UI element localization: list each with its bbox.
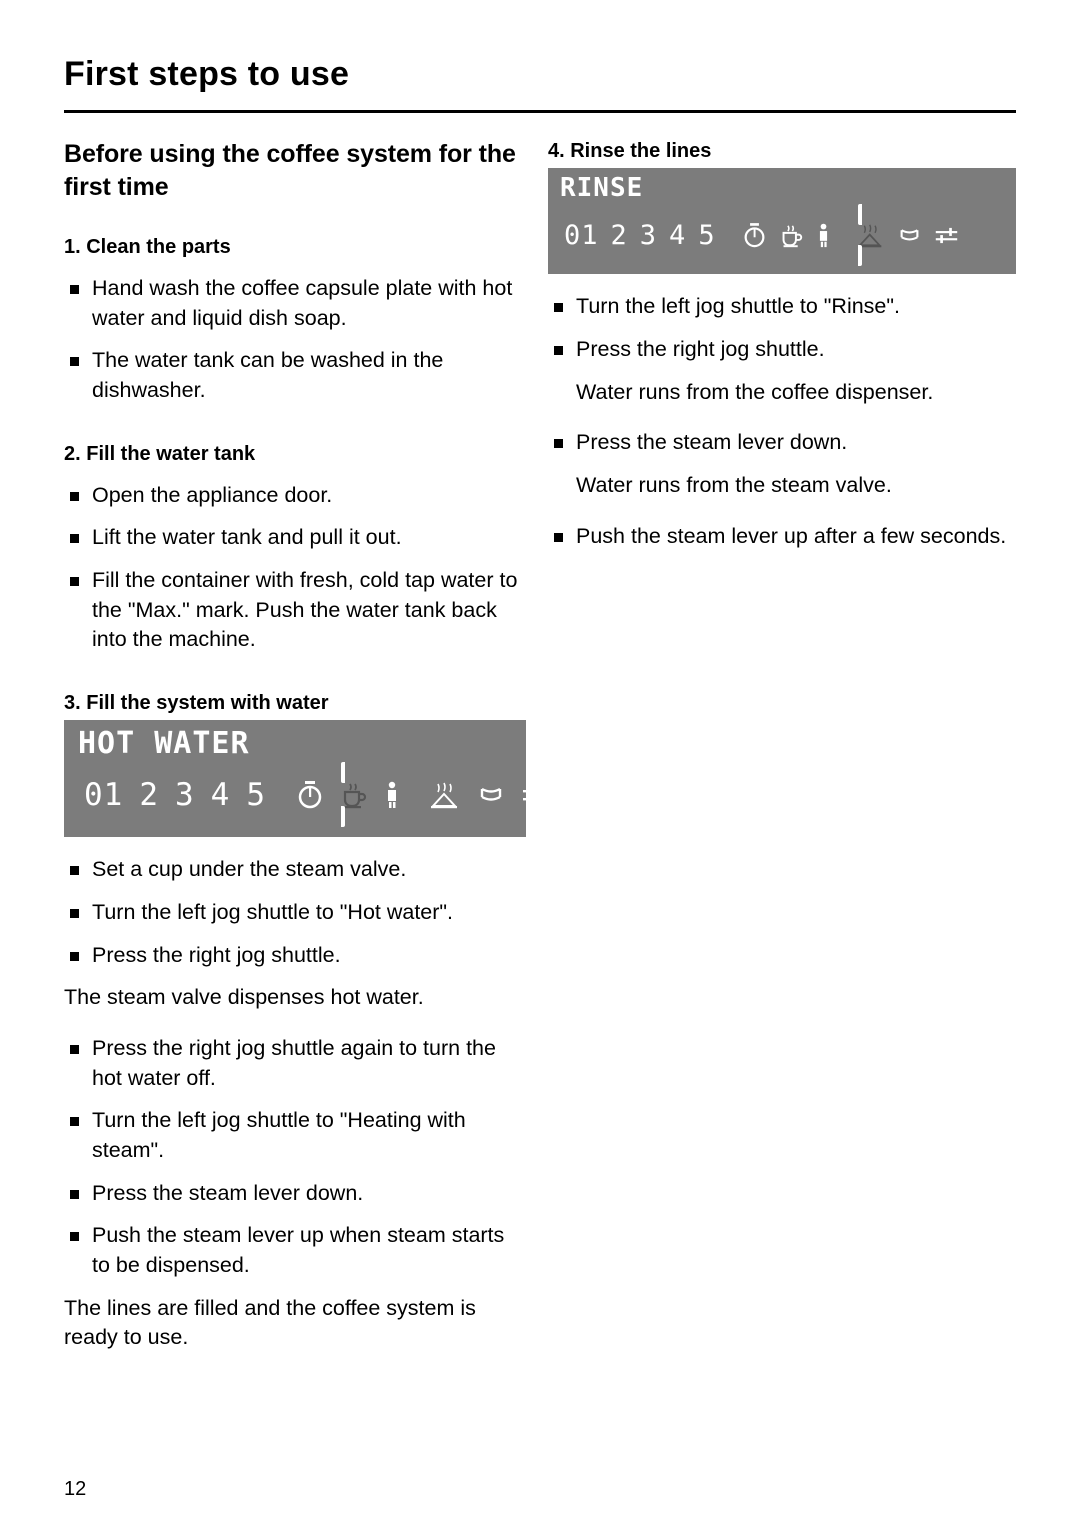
- sliders-icon: [512, 781, 558, 809]
- list-item: Open the appliance door.: [64, 481, 526, 511]
- list-item: Push the steam lever up when steam start…: [64, 1221, 526, 1280]
- display-title: HOT WATER: [78, 725, 250, 761]
- step-4-note-b: Water runs from the steam valve.: [576, 472, 892, 497]
- left-column: Before using the coffee system for the f…: [64, 138, 548, 1366]
- list-item: Press the steam lever down.: [548, 428, 1016, 458]
- display-number-5: 5: [698, 220, 716, 252]
- list-item: Hand wash the coffee capsule plate with …: [64, 274, 526, 333]
- display-icon-row: 01 2 3 4 5: [64, 762, 548, 837]
- list-item: Press the right jog shuttle again to tur…: [64, 1034, 526, 1093]
- display-title: RINSE: [560, 173, 644, 203]
- display-number-01: 01: [84, 776, 124, 813]
- timer-icon: [736, 223, 773, 248]
- hot-water-display-panel: HOT WATER 01 2 3 4 5: [64, 719, 548, 838]
- display-number-2: 2: [139, 776, 159, 813]
- page-number: 12: [64, 1478, 87, 1500]
- list-item: Fill the container with fresh, cold tap …: [64, 566, 526, 655]
- page-title: First steps to use: [64, 55, 350, 93]
- display-number-3: 3: [639, 220, 658, 252]
- step-2-bullets: Open the appliance door. Lift the water …: [64, 481, 526, 655]
- cup-icon: [773, 223, 810, 248]
- list-item: Turn the left jog shuttle to "Hot water"…: [64, 898, 526, 928]
- display-icon-row: 01 2 3 4 5: [548, 204, 1016, 274]
- display-number-01: 01: [564, 220, 599, 252]
- list-item: Press the right jog shuttle.: [64, 941, 526, 971]
- step-3-heading: 3. Fill the system with water: [64, 691, 329, 714]
- step-3-note-a: The steam valve dispenses hot water.: [64, 985, 424, 1010]
- display-number-4: 4: [669, 220, 687, 252]
- list-item: Turn the left jog shuttle to "Heating wi…: [64, 1106, 526, 1165]
- person-icon: [810, 223, 837, 248]
- rinse-display-panel: RINSE 01 2 3 4 5: [548, 168, 1016, 275]
- steam-icon: [422, 781, 470, 809]
- step-3-bullets-a: Set a cup under the steam valve. Turn th…: [64, 855, 526, 970]
- list-item: Push the steam lever up after a few seco…: [548, 522, 1016, 552]
- step-4-note-a: Water runs from the coffee dispenser.: [576, 379, 934, 404]
- step-4-bullets-a: Turn the left jog shuttle to "Rinse". Pr…: [548, 292, 1016, 364]
- title-divider: [64, 110, 1016, 113]
- steam-icon-selected: [851, 204, 892, 267]
- list-item: Set a cup under the steam valve.: [64, 855, 526, 885]
- person-icon: [376, 781, 408, 809]
- cup-stack-icon: [892, 223, 927, 248]
- timer-icon: [288, 781, 332, 809]
- manual-page: First steps to use Before using the coff…: [0, 0, 1080, 1529]
- step-1-bullets: Hand wash the coffee capsule plate with …: [64, 274, 526, 406]
- step-4-bullets-c: Push the steam lever up after a few seco…: [548, 522, 1016, 552]
- right-column: 4. Rinse the lines RINSE 01 2 3 4 5 Turn…: [548, 138, 1016, 564]
- step-1-heading: 1. Clean the parts: [64, 236, 231, 258]
- list-item: Turn the left jog shuttle to "Rinse".: [548, 292, 1016, 322]
- list-item: Lift the water tank and pull it out.: [64, 523, 526, 553]
- cup-icon-selected: [332, 762, 376, 828]
- section-title: Before using the coffee system for the f…: [64, 140, 516, 201]
- step-3-note-b: The lines are filled and the coffee syst…: [64, 1295, 476, 1350]
- step-4-bullets-b: Press the steam lever down.: [548, 428, 1016, 458]
- display-number-2: 2: [610, 220, 628, 252]
- list-item: The water tank can be washed in the dish…: [64, 346, 526, 405]
- display-number-4: 4: [210, 776, 231, 813]
- list-item: Press the right jog shuttle.: [548, 335, 1016, 365]
- sliders-icon: [927, 223, 966, 248]
- display-number-3: 3: [175, 776, 195, 813]
- step-4-heading: 4. Rinse the lines: [548, 140, 712, 162]
- step-3-bullets-b: Press the right jog shuttle again to tur…: [64, 1034, 526, 1281]
- step-2-heading: 2. Fill the water tank: [64, 442, 256, 465]
- cup-stack-icon: [470, 781, 512, 809]
- list-item: Press the steam lever down.: [64, 1179, 526, 1209]
- display-number-5: 5: [246, 776, 267, 813]
